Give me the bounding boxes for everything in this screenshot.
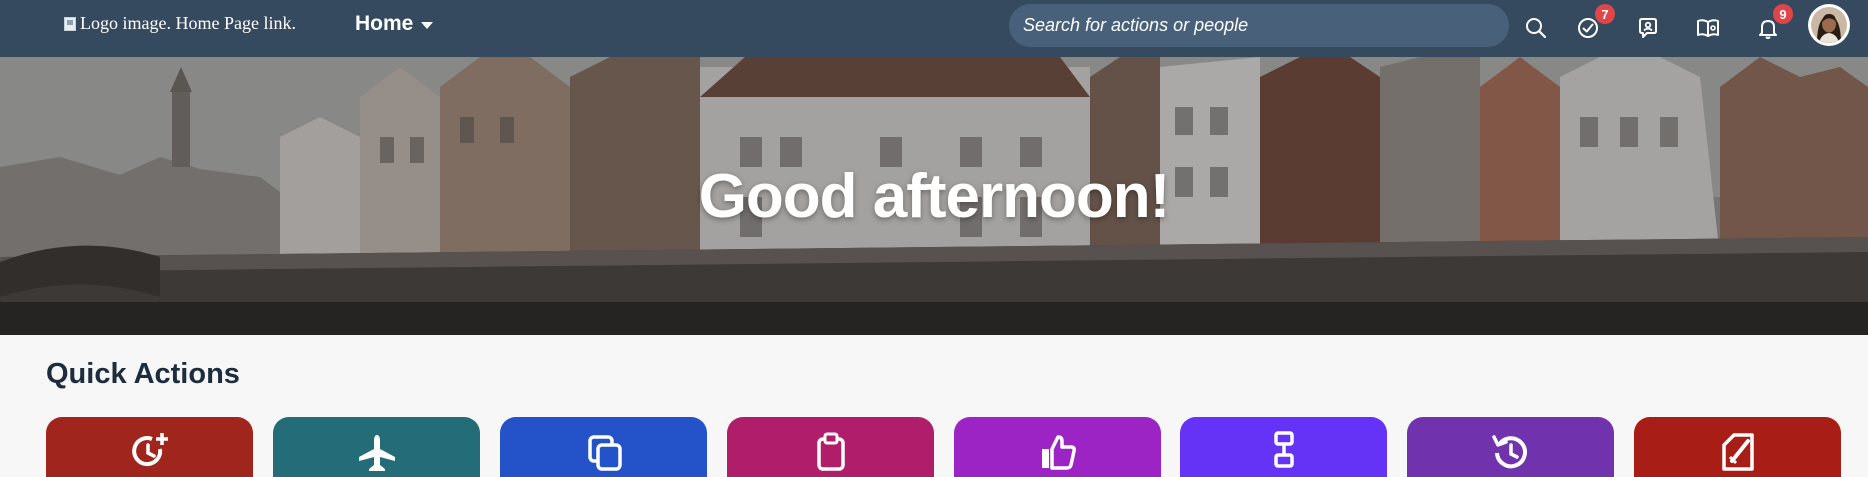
notifications-badge: 9 <box>1773 4 1793 24</box>
logo-alt-text: Logo image. Home Page link. <box>80 13 296 33</box>
broken-image-icon <box>64 16 76 31</box>
learning-icon <box>1697 19 1719 37</box>
org-chart-icon <box>1273 431 1294 468</box>
home-menu-button[interactable]: Home <box>355 12 434 36</box>
people-help-button[interactable] <box>1628 8 1668 48</box>
hero-banner: Good afternoon! <box>0 57 1868 335</box>
caret-down-icon <box>421 21 434 29</box>
quick-action-tile-edit[interactable] <box>1634 417 1841 477</box>
greeting-heading: Good afternoon! <box>698 162 1171 231</box>
learning-button[interactable] <box>1688 8 1728 48</box>
copy-icon <box>587 435 622 471</box>
home-menu-label: Home <box>355 12 414 35</box>
quick-action-tile-time[interactable] <box>46 417 253 477</box>
home-logo-link[interactable]: Logo image. Home Page link. <box>64 13 296 34</box>
people-help-icon <box>1639 18 1657 38</box>
quick-action-tile-copy[interactable] <box>500 417 707 477</box>
quick-action-tile-history[interactable] <box>1407 417 1614 477</box>
quick-action-tile-org-chart[interactable] <box>1180 417 1387 477</box>
quick-action-tile-travel[interactable] <box>273 417 480 477</box>
clipboard-icon <box>816 432 845 471</box>
user-avatar-button[interactable] <box>1808 4 1850 46</box>
search-button[interactable] <box>1516 8 1556 48</box>
thumbs-up-icon <box>1041 435 1076 470</box>
search-icon <box>1526 18 1547 39</box>
quick-actions-title: Quick Actions <box>46 358 240 390</box>
quick-action-tile-clipboard[interactable] <box>727 417 934 477</box>
quick-action-tile-feedback[interactable] <box>954 417 1161 477</box>
time-add-icon <box>131 433 168 467</box>
airplane-icon <box>358 435 395 471</box>
shell-bar: Logo image. Home Page link. Home 7 <box>0 0 1868 57</box>
avatar <box>1811 7 1847 43</box>
approvals-badge: 7 <box>1595 4 1615 24</box>
edit-document-icon <box>1721 433 1754 471</box>
history-icon <box>1491 435 1527 469</box>
search-input[interactable] <box>1009 4 1509 47</box>
